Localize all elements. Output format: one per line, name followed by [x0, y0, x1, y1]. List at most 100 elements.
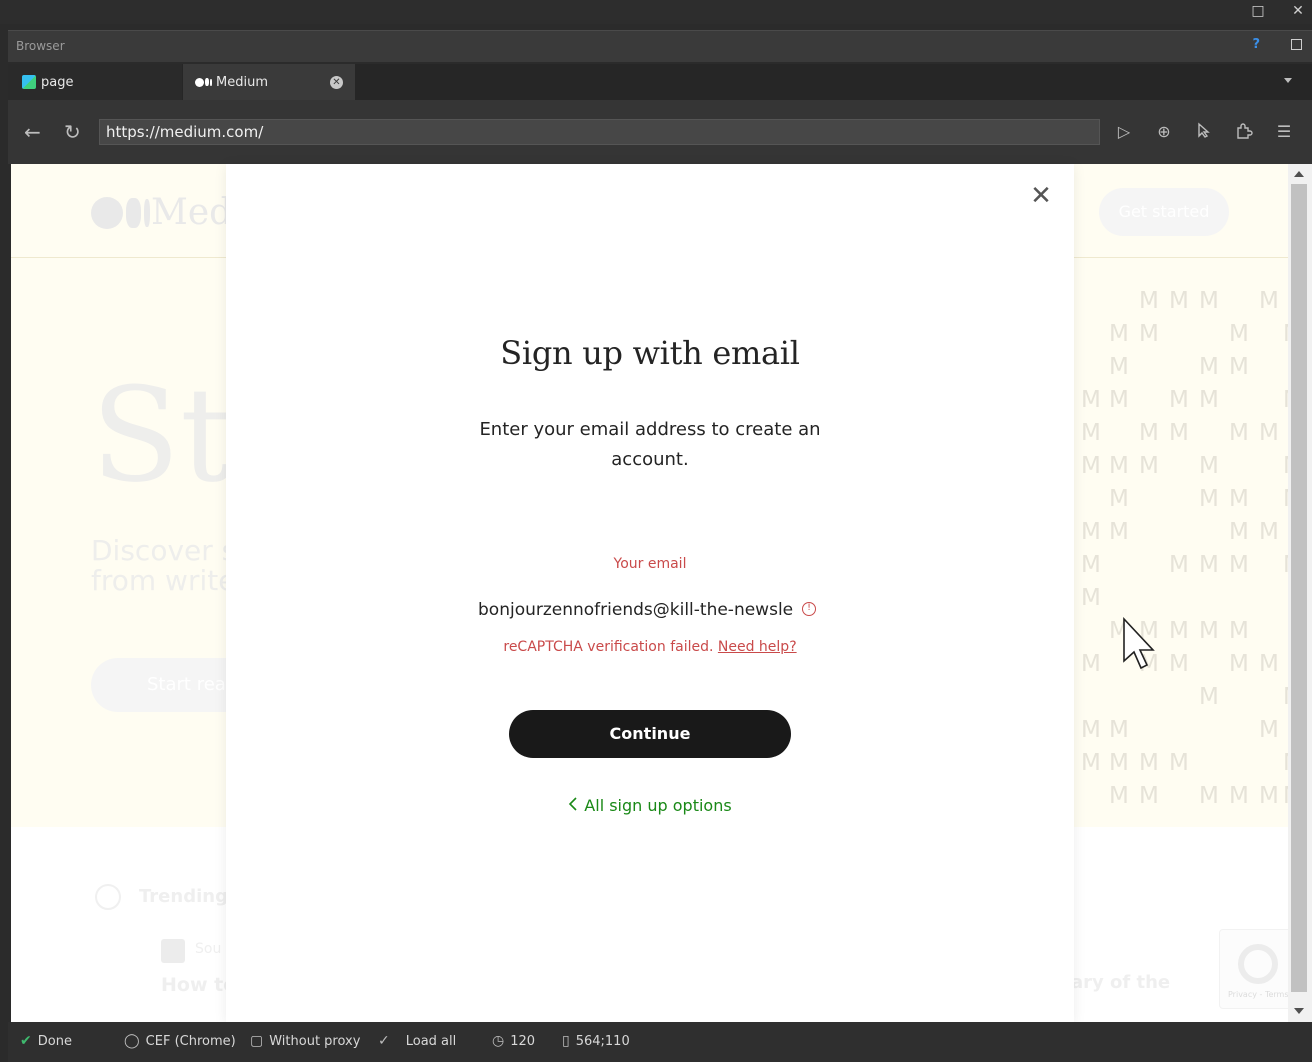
chrome-icon: ◯ [124, 1033, 140, 1049]
need-help-link[interactable]: Need help? [718, 639, 797, 655]
get-started-button[interactable]: Get started [1099, 188, 1229, 236]
status-bar: ✔ Done ◯ CEF (Chrome) ▢ Without proxy ✓ … [8, 1022, 1312, 1062]
recaptcha-badge[interactable]: Privacy - Terms [1219, 929, 1288, 1009]
tab-label: page [41, 74, 74, 90]
m-pattern-letter: M [1169, 420, 1189, 446]
m-pattern-letter: M [1259, 288, 1279, 314]
m-pattern-letter: M [1229, 618, 1249, 644]
m-pattern-letter: M [1199, 684, 1219, 710]
m-pattern-letter: M [1169, 552, 1189, 578]
m-pattern-letter: M [1139, 420, 1159, 446]
reload-icon[interactable]: ↻ [64, 120, 81, 144]
close-window-icon[interactable]: ✕ [1284, 0, 1312, 24]
status-text: Done [37, 1033, 72, 1049]
medium-logo-icon[interactable] [91, 197, 150, 229]
all-signup-options-link[interactable]: All sign up options [226, 796, 1074, 815]
m-pattern-letter: M [1169, 288, 1189, 314]
chevron-left-icon [568, 796, 578, 815]
email-field[interactable] [478, 596, 822, 624]
m-pattern-letter: M [1229, 321, 1249, 347]
m-pattern-letter: M [1199, 453, 1219, 479]
back-arrow-icon[interactable]: ← [24, 120, 41, 144]
engine-text: CEF (Chrome) [145, 1033, 236, 1049]
browser-panel-header: Browser ? [8, 30, 1312, 62]
m-pattern-letter: M [1229, 783, 1249, 809]
tab-page[interactable]: page [8, 64, 182, 100]
m-pattern-letter: M [1259, 717, 1279, 743]
m-pattern-letter: M [1229, 651, 1249, 677]
status-proxy[interactable]: ▢ Without proxy [250, 1033, 360, 1049]
proxy-text: Without proxy [269, 1033, 361, 1049]
m-pattern-letter: M [1109, 783, 1129, 809]
maximize-window-icon[interactable]: □ [1244, 0, 1272, 24]
m-pattern-letter: M [1081, 420, 1101, 446]
m-pattern-letter: M [1169, 387, 1189, 413]
m-pattern-letter: M [1081, 717, 1101, 743]
m-pattern-letter: M [1081, 552, 1101, 578]
close-icon[interactable]: ✕ [1030, 183, 1052, 209]
m-pattern-letter: M [1081, 651, 1101, 677]
status-mouse: ▯ 564;110 [562, 1033, 630, 1049]
m-pattern-letter: M [1109, 321, 1129, 347]
m-pattern-letter: M [1229, 519, 1249, 545]
hero-subheading-line: Discover s [91, 534, 237, 567]
error-icon: ! [802, 602, 816, 616]
m-pattern-letter: M [1169, 750, 1189, 776]
m-pattern-letter: M [1109, 717, 1129, 743]
m-pattern-letter: M [1199, 288, 1219, 314]
m-pattern-letter: M [1259, 420, 1279, 446]
modal-title: Sign up with email [500, 334, 800, 372]
check-circle-icon: ✔ [20, 1033, 32, 1049]
scroll-up-icon[interactable] [1294, 171, 1304, 177]
m-pattern-letter: M [1109, 387, 1129, 413]
pointer-icon[interactable] [1194, 122, 1214, 142]
status-done: ✔ Done [20, 1033, 72, 1049]
status-timeout[interactable]: ◷ 120 [492, 1033, 535, 1049]
m-pattern-letter: M [1199, 387, 1219, 413]
email-error: reCAPTCHA verification failed. Need help… [226, 639, 1074, 655]
help-icon[interactable]: ? [1252, 37, 1260, 52]
m-pattern-letter: M [1199, 486, 1219, 512]
add-circle-icon[interactable]: ⊕ [1154, 122, 1174, 142]
mouse-text: 564;110 [575, 1033, 630, 1049]
m-pattern-letter: M [1169, 651, 1189, 677]
error-text: reCAPTCHA verification failed. [503, 639, 714, 655]
m-pattern-letter: M [1199, 552, 1219, 578]
m-pattern-letter: M [1139, 783, 1159, 809]
m-pattern-letter: M [1109, 750, 1129, 776]
modal-subtitle: Enter your email address to create an ac… [479, 419, 821, 470]
m-pattern-letter: M [1259, 651, 1279, 677]
scrollbar-thumb[interactable] [1291, 184, 1307, 992]
menu-icon[interactable]: ☰ [1274, 122, 1294, 142]
status-engine[interactable]: ◯ CEF (Chrome) [124, 1033, 236, 1049]
m-pattern-letter: M [1139, 321, 1159, 347]
trending-title[interactable]: How to [161, 974, 236, 996]
play-icon[interactable]: ▷ [1114, 122, 1134, 142]
clock-icon: ◷ [492, 1033, 505, 1049]
email-label: Your email [613, 556, 687, 572]
m-pattern-letter: M [1259, 783, 1279, 809]
m-pattern-letter: M [1109, 486, 1129, 512]
trending-title-right[interactable]: ary of the [1071, 972, 1170, 993]
status-load[interactable]: ✓ Load all [378, 1033, 456, 1049]
timeout-text: 120 [510, 1033, 536, 1049]
address-input[interactable] [99, 119, 1100, 145]
tabs-dropdown-icon[interactable] [1284, 78, 1292, 83]
trending-icon [95, 884, 121, 910]
continue-button[interactable]: Continue [509, 710, 791, 758]
zenno-logo-icon [22, 75, 36, 89]
window-top-bar: □ ✕ [0, 0, 1312, 24]
avatar [161, 939, 185, 963]
signup-modal: ✕ Sign up with email Enter your email ad… [226, 164, 1074, 1022]
hero-subheading: Discover s from write [91, 536, 236, 596]
m-pattern-letter: M [1199, 618, 1219, 644]
extension-icon[interactable] [1234, 122, 1254, 142]
panel-title: Browser [16, 39, 65, 53]
m-pattern-letter: M [1229, 420, 1249, 446]
close-tab-icon[interactable]: ✕ [330, 76, 343, 89]
recaptcha-text: Privacy - Terms [1228, 990, 1288, 999]
panel-maximize-icon[interactable] [1291, 39, 1302, 50]
m-pattern-letter: M [1139, 453, 1159, 479]
scroll-down-icon[interactable] [1294, 1008, 1304, 1014]
tab-medium[interactable]: Medium ✕ [183, 64, 355, 100]
